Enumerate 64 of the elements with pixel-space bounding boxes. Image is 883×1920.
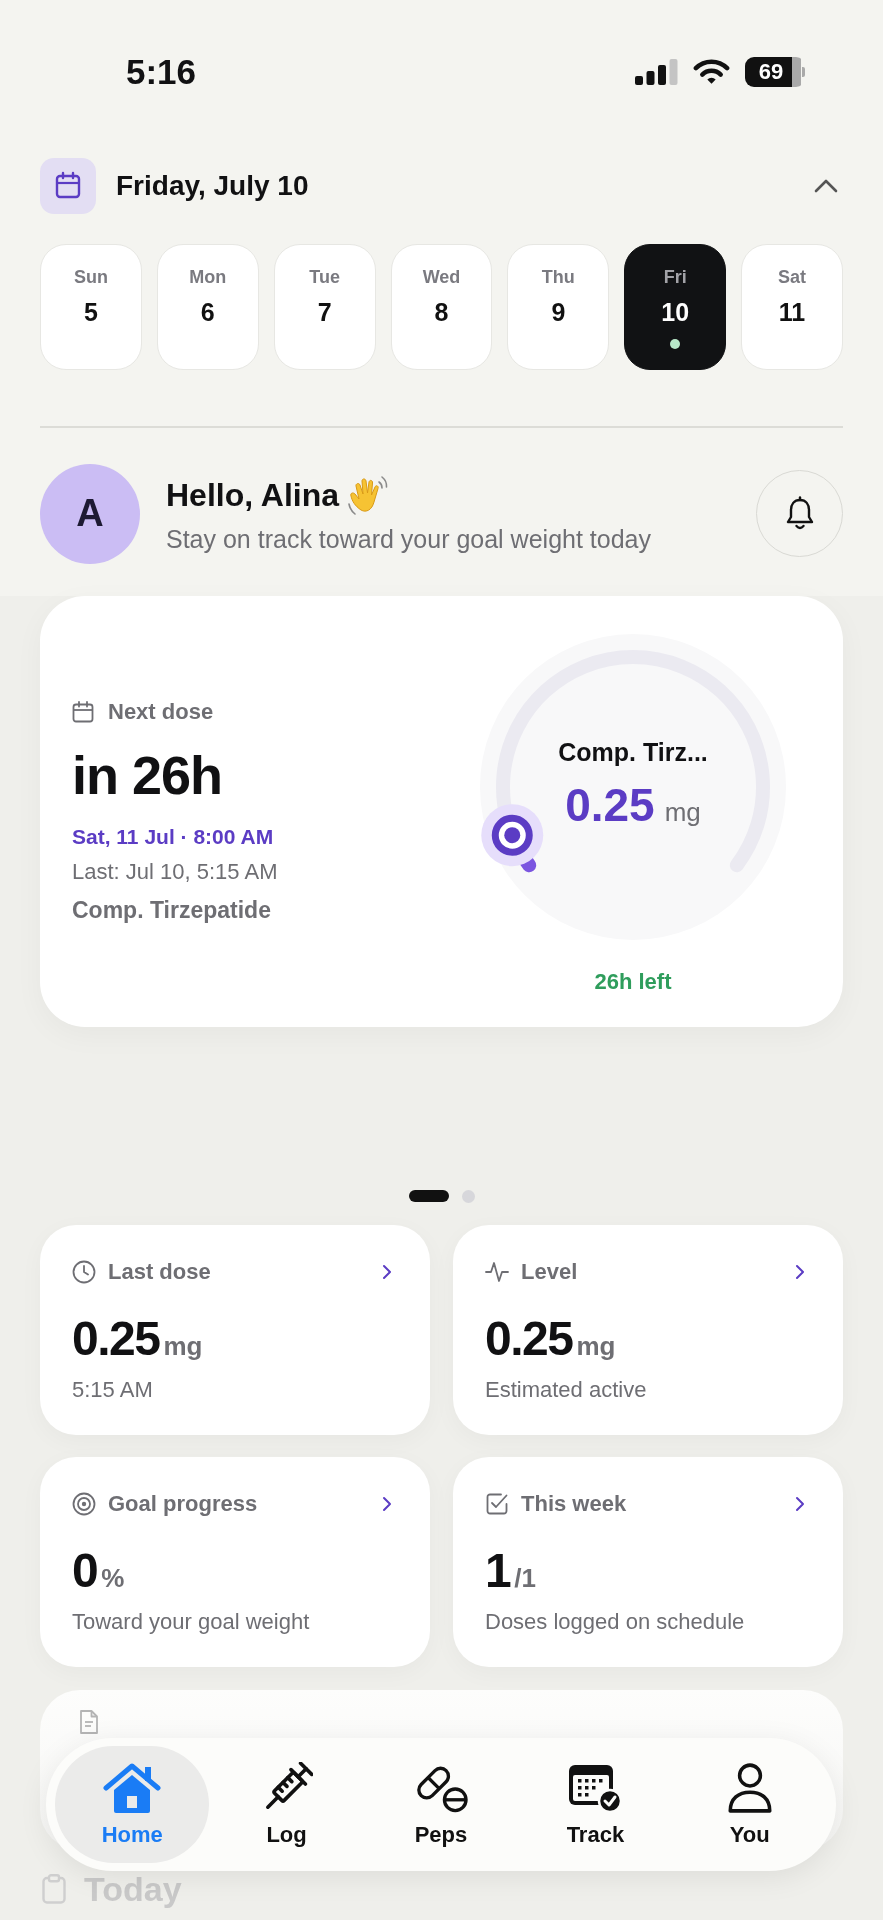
stat-unit: mg (163, 1330, 203, 1361)
scheduled-time: Sat, 11 Jul · 8:00 AM (72, 824, 274, 850)
house-icon (103, 1762, 162, 1814)
day-tile[interactable]: Tue 7 (273, 244, 376, 370)
calendar-icon (40, 158, 96, 214)
stat-card[interactable]: Goal progress 0% Toward your goal weight (40, 1456, 430, 1667)
stat-title: Last dose (108, 1257, 211, 1286)
tab-item[interactable]: Peps (363, 1746, 519, 1863)
chevron-right-icon (382, 1263, 392, 1280)
stat-title: Level (521, 1257, 578, 1286)
signal-icon (635, 59, 678, 85)
day-tile[interactable]: Wed 8 (390, 244, 493, 370)
chevron-up-icon[interactable] (814, 179, 838, 193)
stat-caption: Estimated active (485, 1375, 648, 1404)
stat-value: 0 (72, 1546, 98, 1595)
chevron-right-icon (795, 1495, 805, 1512)
target-icon (72, 1491, 96, 1516)
greeting-subtitle: Stay on track toward your goal weight today (166, 523, 652, 554)
chevron-right-icon (382, 1495, 392, 1512)
medication-name: Comp. Tirzepatide (72, 896, 271, 924)
stat-caption: Doses logged on schedule (485, 1607, 746, 1636)
wifi-icon (693, 59, 730, 85)
day-tile[interactable]: Sat 11 (741, 244, 843, 370)
stat-unit: /1 (514, 1562, 536, 1593)
countdown: in 26h (72, 747, 223, 803)
person-icon (725, 1762, 774, 1814)
day-tile[interactable]: Sun 5 (40, 244, 142, 370)
time-remaining: 26h left (594, 969, 672, 995)
stat-card[interactable]: Last dose 0.25mg 5:15 AM (40, 1224, 430, 1435)
stat-unit: mg (576, 1330, 616, 1361)
dose-unit: mg (664, 796, 701, 829)
checkbox-icon (485, 1491, 509, 1516)
stat-value: 0.25 (72, 1314, 160, 1363)
document-icon (79, 1709, 99, 1734)
page-dot[interactable] (461, 1189, 475, 1203)
tab-item[interactable]: Log (209, 1746, 364, 1863)
stat-card[interactable]: This week 1/1 Doses logged on schedule (453, 1456, 843, 1667)
tab-item[interactable]: You (672, 1746, 827, 1863)
gauge-title: Comp. Tirz... (558, 737, 708, 768)
day-tile[interactable]: Mon 6 (156, 244, 259, 370)
greeting-title: Hello, Alina (166, 475, 340, 515)
chevron-right-icon (795, 1263, 805, 1280)
status-time: 5:16 (126, 52, 197, 92)
dose-value: 0.25 (565, 779, 655, 831)
stat-value: 1 (485, 1546, 511, 1595)
day-tile[interactable]: Thu 9 (507, 244, 610, 370)
stat-caption: Toward your goal weight (72, 1607, 311, 1636)
clock-icon (72, 1259, 96, 1284)
next-dose-label: Next dose (108, 698, 214, 726)
stat-title: This week (521, 1489, 627, 1518)
pulse-icon (485, 1260, 509, 1283)
stat-title: Goal progress (108, 1489, 258, 1518)
stat-card[interactable]: Level 0.25mg Estimated active (453, 1224, 843, 1435)
avatar: A (40, 463, 140, 564)
tab-item[interactable]: Track (518, 1746, 673, 1863)
calendar-icon (72, 701, 94, 723)
battery-indicator: 69 (745, 57, 805, 87)
clipboard-icon (42, 1873, 66, 1904)
day-tile[interactable]: Fri 10 (624, 244, 727, 370)
stat-caption: 5:15 AM (72, 1375, 154, 1404)
stat-unit: % (101, 1562, 125, 1593)
last-dose-time: Last: Jul 10, 5:15 AM (72, 858, 278, 886)
stat-value: 0.25 (485, 1314, 573, 1363)
date-title: Friday, July 10 (116, 170, 309, 202)
